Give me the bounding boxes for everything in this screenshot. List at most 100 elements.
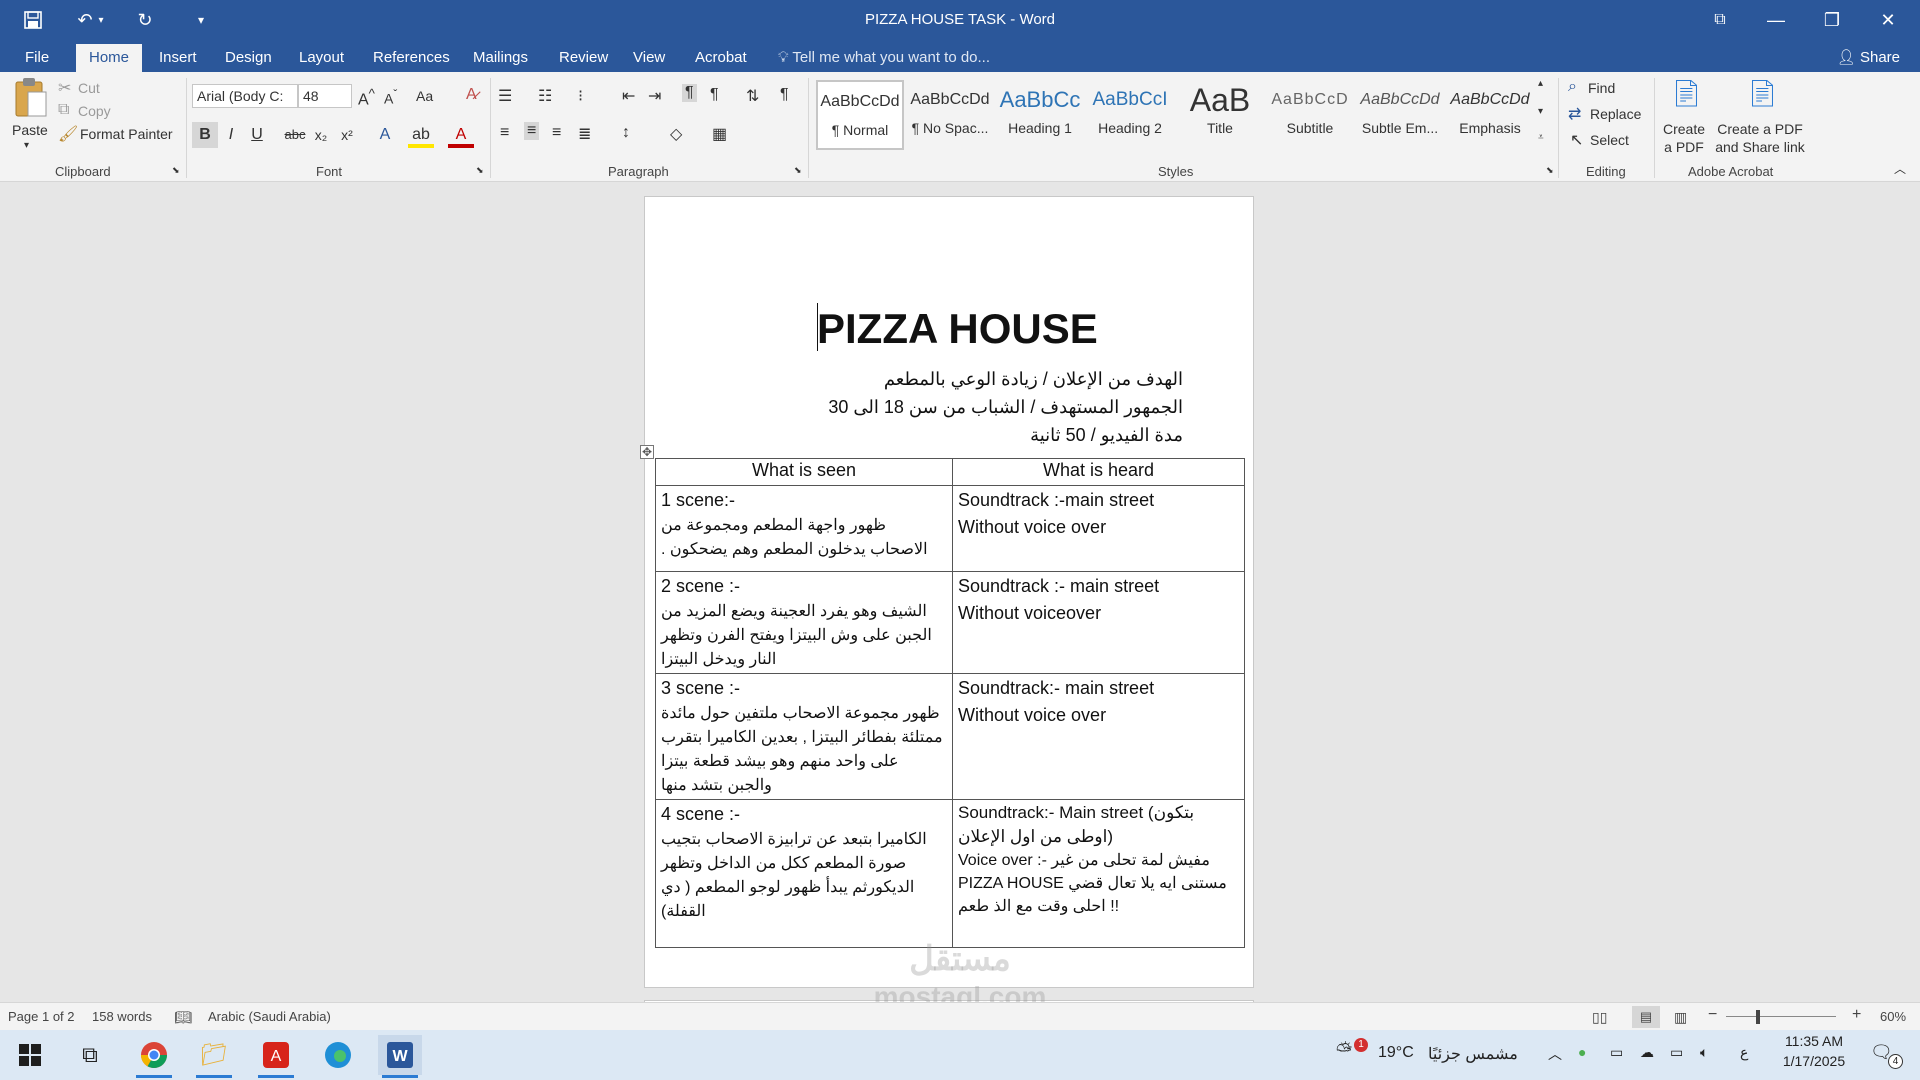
collapse-ribbon-icon[interactable]: ︿ — [1894, 160, 1906, 177]
grow-font-icon[interactable]: A^ — [358, 86, 375, 109]
document-page[interactable]: PIZZA HOUSE الهدف من الإعلان / زيادة الو… — [640, 196, 1254, 988]
word-taskbar-icon[interactable]: W — [378, 1035, 422, 1078]
select-button[interactable]: Select — [1590, 132, 1629, 148]
zoom-out-icon[interactable]: − — [1708, 1006, 1717, 1024]
weather-temp[interactable]: 19°C — [1378, 1044, 1414, 1062]
tab-home[interactable]: Home — [76, 44, 143, 72]
show-hidden-icons-icon[interactable]: ︿ — [1548, 1044, 1562, 1064]
style-heading-1[interactable]: AaBbCc Heading 1 — [996, 80, 1084, 150]
zoom-level[interactable]: 60% — [1880, 1009, 1906, 1024]
borders-icon[interactable]: ▦ — [712, 124, 727, 144]
style-heading-2[interactable]: AaBbCcI Heading 2 — [1086, 80, 1174, 150]
zoom-slider-thumb[interactable] — [1756, 1010, 1760, 1024]
volume-icon[interactable]: 🔈︎ — [1700, 1044, 1708, 1061]
doc-line-duration[interactable]: مدة الفيديو / 50 ثانية — [1030, 425, 1183, 446]
share-button[interactable]: 👤︎ Share — [1837, 44, 1900, 72]
multilevel-list-icon[interactable]: ⁝ — [578, 86, 583, 106]
strikethrough-button[interactable]: abc — [282, 122, 308, 148]
tab-layout[interactable]: Layout — [286, 44, 357, 72]
rtl-direction-icon[interactable]: ¶ — [710, 86, 719, 104]
style-title[interactable]: AaB Title — [1176, 80, 1264, 150]
highlight-icon[interactable]: ab — [408, 122, 434, 148]
clipboard-launcher-icon[interactable]: ⬊ — [172, 165, 180, 176]
seen-cell[interactable]: 3 scene :- ظهور مجموعة الاصحاب ملتفين حو… — [655, 673, 953, 800]
windows-start-icon[interactable] — [8, 1035, 52, 1075]
battery-icon[interactable]: ▭ — [1670, 1044, 1683, 1061]
tab-file[interactable]: File — [12, 44, 62, 72]
tab-acrobat[interactable]: Acrobat — [682, 44, 760, 72]
document-canvas[interactable]: PIZZA HOUSE الهدف من الإعلان / زيادة الو… — [0, 182, 1920, 1020]
line-spacing-icon[interactable]: ↕ — [622, 124, 630, 142]
style-normal[interactable]: AaBbCcDd ¶ Normal — [816, 80, 904, 150]
increase-indent-icon[interactable]: ⇥ — [648, 86, 661, 106]
paste-dropdown-icon[interactable]: ▾ — [24, 140, 29, 151]
cut-button[interactable]: Cut — [78, 80, 100, 96]
font-color-icon[interactable]: A — [448, 122, 474, 148]
align-center-icon[interactable]: ≡ — [524, 122, 540, 140]
document-heading[interactable]: PIZZA HOUSE — [817, 305, 1098, 353]
tab-view[interactable]: View — [620, 44, 678, 72]
restore-button[interactable]: ❐ — [1804, 0, 1860, 40]
styles-scroll-down-icon[interactable]: ▾ — [1538, 106, 1543, 117]
shading-icon[interactable]: ◇ — [670, 124, 682, 144]
heard-cell[interactable]: Soundtrack :- main street Without voiceo… — [952, 571, 1245, 674]
font-name-box[interactable]: Arial (Body C: — [192, 84, 298, 108]
seen-cell[interactable]: 2 scene :- الشيف وهو يفرد العجينة ويضع ا… — [655, 571, 953, 674]
numbering-icon[interactable]: ☷ — [538, 86, 552, 106]
style-subtitle[interactable]: AaBbCcD Subtitle — [1266, 80, 1354, 150]
bold-button[interactable]: B — [192, 122, 218, 148]
zoom-slider[interactable] — [1726, 1016, 1836, 1017]
table-move-handle-icon[interactable]: ✥ — [640, 445, 654, 459]
decrease-indent-icon[interactable]: ⇤ — [622, 86, 635, 106]
tab-references[interactable]: References — [360, 44, 463, 72]
replace-button[interactable]: Replace — [1590, 106, 1641, 122]
acrobat-icon[interactable]: A — [254, 1035, 298, 1078]
meet-icon[interactable]: ▭ — [1610, 1044, 1623, 1061]
paste-icon[interactable] — [12, 76, 48, 120]
app-tray-icon[interactable]: ● — [1578, 1044, 1586, 1060]
bullets-icon[interactable]: ☰ — [498, 86, 512, 106]
doc-line-goal[interactable]: الهدف من الإعلان / زيادة الوعي بالمطعم — [884, 369, 1183, 390]
web-layout-icon[interactable]: ▥ — [1674, 1009, 1687, 1026]
close-button[interactable]: ✕ — [1860, 0, 1916, 40]
create-share-button[interactable]: Create a PDF and Share link — [1712, 120, 1808, 156]
file-explorer-icon[interactable]: 📁︎ — [192, 1035, 236, 1078]
header-seen[interactable]: What is seen — [655, 458, 953, 486]
font-launcher-icon[interactable]: ⬊ — [476, 165, 484, 176]
chrome-icon[interactable] — [132, 1035, 176, 1078]
create-pdf-button[interactable]: Create a PDF — [1662, 120, 1706, 156]
zoom-in-icon[interactable]: + — [1852, 1006, 1861, 1024]
style-subtle-emphasis[interactable]: AaBbCcDd Subtle Em... — [1356, 80, 1444, 150]
paste-button[interactable]: Paste — [12, 122, 48, 138]
tell-me-search[interactable]: 💡︎ Tell me what you want to do... — [778, 44, 990, 72]
styles-more-icon[interactable]: ⩡ — [1538, 132, 1544, 143]
align-right-icon[interactable]: ≡ — [552, 124, 561, 142]
heard-cell[interactable]: Soundtrack:- Main street (بتكون اوطى من … — [952, 799, 1245, 948]
page-count[interactable]: Page 1 of 2 — [8, 1009, 75, 1024]
print-layout-icon[interactable]: ▤ — [1632, 1006, 1660, 1028]
paragraph-launcher-icon[interactable]: ⬊ — [794, 165, 802, 176]
format-painter-button[interactable]: Format Painter — [80, 126, 173, 142]
language-indicator[interactable]: Arabic (Saudi Arabia) — [208, 1009, 331, 1024]
cloud-icon[interactable]: ☁ — [1640, 1044, 1654, 1061]
shrink-font-icon[interactable]: Aˇ — [384, 88, 397, 107]
change-case-button[interactable]: Aa — [416, 88, 433, 104]
find-button[interactable]: Find — [1588, 80, 1615, 96]
underline-button[interactable]: U — [244, 122, 270, 148]
style-no-spacing[interactable]: AaBbCcDd ¶ No Spac... — [906, 80, 994, 150]
edge-icon[interactable] — [316, 1035, 360, 1075]
show-marks-icon[interactable]: ¶ — [780, 86, 789, 104]
style-emphasis[interactable]: AaBbCcDd Emphasis — [1446, 80, 1534, 150]
tab-design[interactable]: Design — [212, 44, 285, 72]
weather-icon[interactable]: ⛅︎ — [1336, 1040, 1352, 1063]
seen-cell[interactable]: 1 scene:- ظهور واجهة المطعم ومجموعة من ا… — [655, 485, 953, 572]
heard-cell[interactable]: Soundtrack:- main street Without voice o… — [952, 673, 1245, 800]
subscript-button[interactable]: x₂ — [308, 122, 334, 148]
font-size-box[interactable]: 48 — [298, 84, 352, 108]
weather-text[interactable]: مشمس جزئيًا — [1428, 1044, 1518, 1064]
minimize-button[interactable]: — — [1748, 0, 1804, 40]
styles-launcher-icon[interactable]: ⬊ — [1546, 165, 1554, 176]
clock[interactable]: 11:35 AM 1/17/2025 — [1776, 1033, 1852, 1069]
task-view-icon[interactable]: ⧉ — [68, 1035, 112, 1075]
justify-icon[interactable]: ≣ — [578, 124, 591, 144]
